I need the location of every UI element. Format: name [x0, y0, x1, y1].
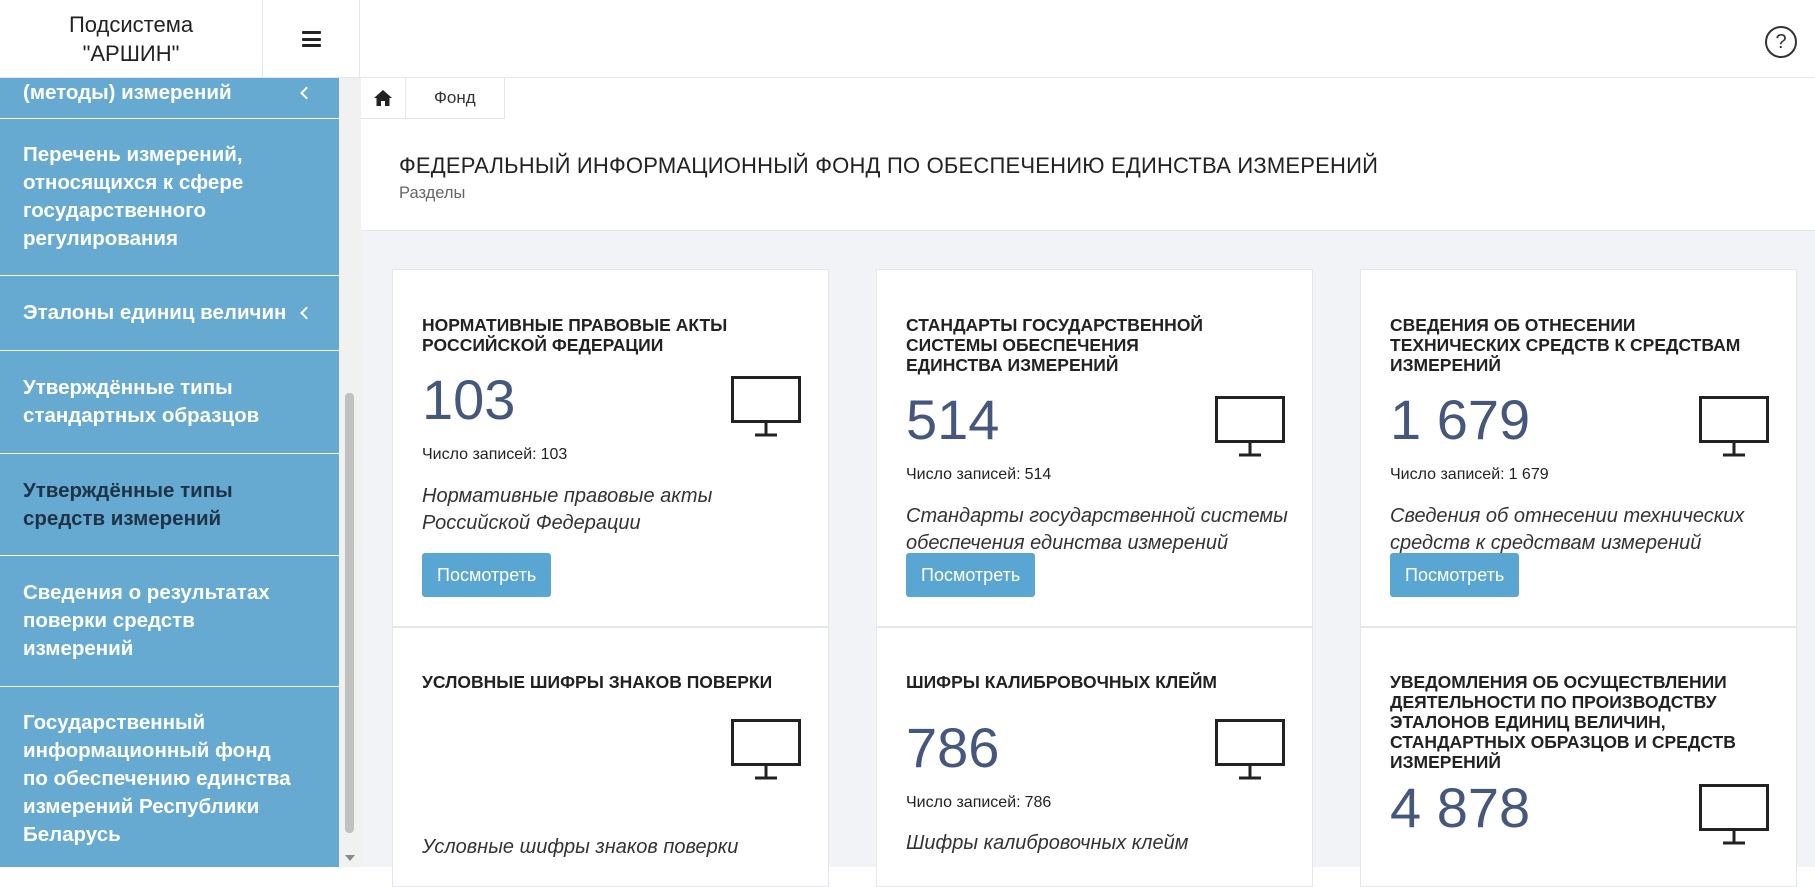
records-value: 1 679 — [1508, 466, 1549, 483]
page-header: Фонд ФЕДЕРАЛЬНЫЙ ИНФОРМАЦИОННЫЙ ФОНД ПО … — [361, 78, 1815, 231]
sidebar-item-label: Перечень измерений, относящихся к сфере … — [23, 143, 244, 250]
monitor-icon — [731, 719, 801, 780]
question-icon: ? — [1775, 30, 1787, 53]
card-count: 1 679 — [1390, 388, 1531, 451]
top-bar: Подсистема "АРШИН" ? — [0, 0, 1815, 78]
sidebar-item-label: Эталоны единиц величин — [23, 301, 287, 324]
monitor-icon — [1699, 784, 1769, 845]
view-button[interactable]: Посмотреть — [1390, 553, 1520, 597]
brand-line-2: "АРШИН" — [82, 41, 180, 66]
card-description: Нормативные правовые акты Российской Фед… — [422, 485, 713, 534]
records-label: Число записей: — [906, 794, 1021, 811]
card-title: НОРМАТИВНЫЕ ПРАВОВЫЕ АКТЫ РОССИЙСКОЙ ФЕД… — [422, 315, 728, 355]
chevron-left-icon — [300, 306, 313, 320]
records-label: Число записей: — [422, 446, 537, 463]
sidebar-item-verification-results[interactable]: Сведения о результатах поверки средств и… — [0, 556, 339, 687]
card-count: 786 — [906, 716, 1000, 779]
sidebar-menu: (методы) измерений Перечень измерений, о… — [0, 78, 339, 867]
card-description: Стандарты государственной системы обеспе… — [906, 505, 1288, 554]
card-description: Сведения об отнесении технических средст… — [1390, 505, 1745, 554]
view-button[interactable]: Посмотреть — [906, 553, 1036, 597]
records-label: Число записей: — [1390, 466, 1505, 483]
sidebar-item-measuring-instruments[interactable]: Утверждённые типы средств измерений — [0, 454, 339, 556]
sidebar-item-label: Государственный информационный фонд по о… — [23, 711, 291, 846]
menu-toggle-button[interactable] — [264, 0, 360, 78]
sidebar-item-label: (методы) измерений — [23, 81, 232, 104]
card-title: СВЕДЕНИЯ ОБ ОТНЕСЕНИИ ТЕХНИЧЕСКИХ СРЕДСТ… — [1390, 315, 1741, 375]
card-records: Число записей: 514 — [906, 466, 1051, 484]
monitor-icon — [1215, 719, 1285, 780]
records-value: 514 — [1024, 466, 1052, 483]
page-subtitle: Разделы — [399, 184, 466, 202]
scrollbar-thumb[interactable] — [345, 393, 354, 833]
card-description: Шифры калибровочных клейм — [906, 832, 1189, 854]
monitor-icon — [1699, 396, 1769, 457]
brand-line-1: Подсистема — [68, 12, 194, 37]
chevron-left-icon — [300, 86, 313, 100]
sidebar-item-label: Сведения о результатах поверки средств и… — [23, 581, 270, 660]
app-brand[interactable]: Подсистема "АРШИН" — [0, 0, 263, 78]
sidebar-item-label: Утверждённые типы средств измерений — [23, 478, 233, 530]
card-records: Число записей: 1 679 — [1390, 466, 1549, 484]
records-label: Число записей: — [906, 466, 1021, 483]
records-value: 103 — [540, 446, 568, 463]
card-count: 103 — [422, 368, 516, 431]
section-card-legal-acts: НОРМАТИВНЫЕ ПРАВОВЫЕ АКТЫ РОССИЙСКОЙ ФЕД… — [392, 269, 829, 627]
card-count: 4 878 — [1390, 776, 1531, 839]
main-content: Фонд ФЕДЕРАЛЬНЫЙ ИНФОРМАЦИОННЫЙ ФОНД ПО … — [361, 78, 1815, 887]
card-description: Условные шифры знаков поверки — [422, 836, 739, 858]
section-card-production-notices: УВЕДОМЛЕНИЯ ОБ ОСУЩЕСТВЛЕНИИ ДЕЯТЕЛЬНОСТ… — [1360, 627, 1797, 887]
scroll-down-arrow-icon[interactable] — [345, 855, 355, 861]
card-title: УВЕДОМЛЕНИЯ ОБ ОСУЩЕСТВЛЕНИИ ДЕЯТЕЛЬНОСТ… — [1390, 672, 1736, 772]
records-value: 786 — [1024, 794, 1052, 811]
sidebar-scrollbar[interactable] — [339, 78, 361, 867]
breadcrumb: Фонд — [361, 78, 505, 119]
card-count: 514 — [906, 388, 1000, 451]
card-title: СТАНДАРТЫ ГОСУДАРСТВЕННОЙ СИСТЕМЫ ОБЕСПЕ… — [906, 315, 1204, 375]
sidebar-item-standards[interactable]: Эталоны единиц величин — [0, 276, 339, 351]
sidebar: (методы) измерений Перечень измерений, о… — [0, 78, 339, 867]
card-title: УСЛОВНЫЕ ШИФРЫ ЗНАКОВ ПОВЕРКИ — [422, 672, 773, 692]
section-card-gsi-standards: СТАНДАРТЫ ГОСУДАРСТВЕННОЙ СИСТЕМЫ ОБЕСПЕ… — [876, 269, 1313, 627]
sidebar-item-measurements-list[interactable]: Перечень измерений, относящихся к сфере … — [0, 119, 339, 276]
card-records: Число записей: 103 — [422, 446, 567, 464]
breadcrumb-current[interactable]: Фонд — [406, 78, 504, 118]
page-title: ФЕДЕРАЛЬНЫЙ ИНФОРМАЦИОННЫЙ ФОНД ПО ОБЕСП… — [399, 153, 1379, 178]
view-button[interactable]: Посмотреть — [422, 553, 552, 597]
sidebar-item-methods[interactable]: (методы) измерений — [0, 78, 339, 119]
card-records: Число записей: 786 — [906, 794, 1051, 812]
help-button[interactable]: ? — [1765, 26, 1797, 58]
section-card-calibration-marks: ШИФРЫ КАЛИБРОВОЧНЫХ КЛЕЙМ 786 Число запи… — [876, 627, 1313, 887]
monitor-icon — [731, 376, 801, 437]
home-icon — [374, 90, 392, 106]
sidebar-item-reference-materials[interactable]: Утверждённые типы стандартных образцов — [0, 351, 339, 454]
breadcrumb-home[interactable] — [361, 78, 406, 118]
monitor-icon — [1215, 396, 1285, 457]
hamburger-icon — [302, 31, 321, 47]
section-card-technical-means: СВЕДЕНИЯ ОБ ОТНЕСЕНИИ ТЕХНИЧЕСКИХ СРЕДСТ… — [1360, 269, 1797, 627]
sidebar-item-label: Утверждённые типы стандартных образцов — [23, 376, 260, 427]
card-title: ШИФРЫ КАЛИБРОВОЧНЫХ КЛЕЙМ — [906, 672, 1217, 692]
section-card-verification-codes: УСЛОВНЫЕ ШИФРЫ ЗНАКОВ ПОВЕРКИ Условные ш… — [392, 627, 829, 887]
sidebar-item-belarus-fund[interactable]: Государственный информационный фонд по о… — [0, 687, 339, 867]
